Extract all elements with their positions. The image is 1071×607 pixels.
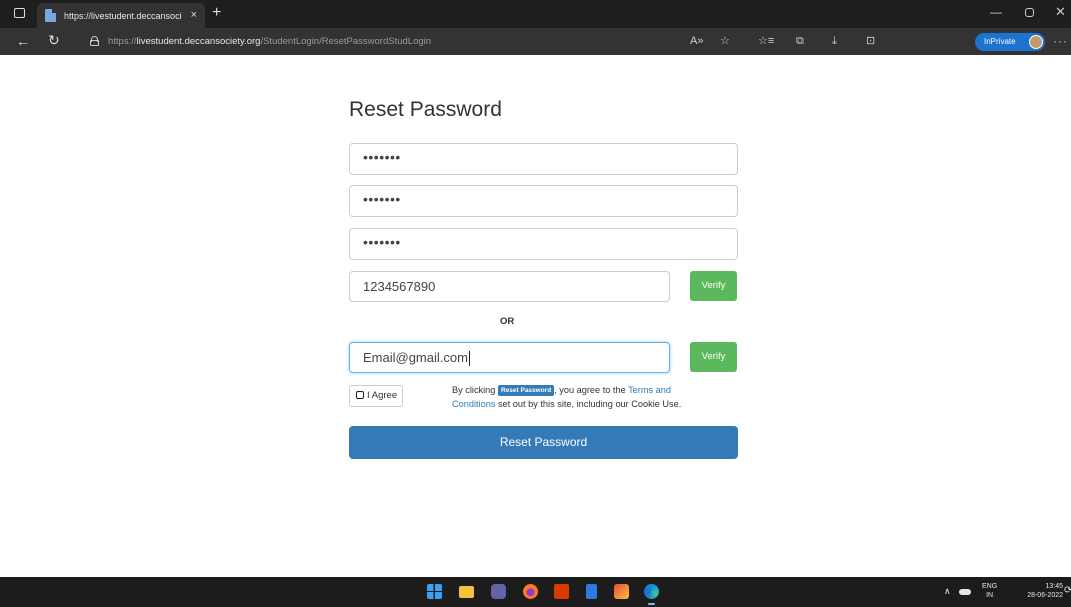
collections-icon[interactable]: ⧉: [796, 33, 804, 50]
restore-icon[interactable]: [1025, 8, 1034, 17]
current-password-field[interactable]: •••••••: [349, 143, 738, 175]
lock-icon[interactable]: [90, 36, 99, 46]
browser-toolbar: A» ☆ ☆≡ ⧉ ⤓ ⊡: [690, 33, 990, 50]
terms-prefix: By clicking: [452, 385, 496, 395]
terms-suffix: set out by this site, including our Cook…: [497, 398, 682, 409]
onedrive-icon[interactable]: [959, 589, 971, 595]
notification-icon[interactable]: ⟳: [1064, 585, 1071, 607]
inprivate-label: InPrivate: [984, 37, 1016, 46]
new-tab-button[interactable]: +: [212, 4, 221, 22]
avatar: [1029, 35, 1043, 49]
screen: https://livestudent.deccansociety × + — …: [0, 0, 1071, 607]
teams-icon[interactable]: [491, 584, 506, 599]
page-title: Reset Password: [349, 98, 502, 121]
wordart-icon[interactable]: [614, 584, 629, 599]
close-window-icon[interactable]: ✕: [1055, 4, 1066, 20]
page-favicon-icon: [45, 9, 56, 22]
read-aloud-icon[interactable]: A»: [690, 33, 703, 50]
inprivate-button[interactable]: InPrivate: [975, 33, 1045, 51]
clock[interactable]: 13:45 28-06-2022: [1017, 582, 1063, 607]
terms-middle: , you agree to the: [554, 385, 626, 395]
email-value: Email@gmail.com: [363, 350, 468, 365]
tab-close-icon[interactable]: ×: [191, 8, 197, 22]
tab-title: https://livestudent.deccansociety: [64, 11, 182, 21]
browser-tab[interactable]: https://livestudent.deccansociety ×: [37, 3, 205, 28]
show-hidden-icons-icon[interactable]: ∧: [944, 586, 951, 607]
address-bar-row: ← ↻ https://livestudent.deccansociety.or…: [0, 28, 1071, 55]
url-host: livestudent.deccansociety.org: [136, 36, 261, 47]
lang-bottom: IN: [986, 592, 994, 599]
firefox-icon[interactable]: [523, 584, 538, 599]
verify-phone-button[interactable]: Verify: [690, 271, 737, 301]
tab-actions-icon[interactable]: [14, 8, 25, 18]
language-indicator[interactable]: ENG IN: [982, 582, 997, 607]
edge-icon[interactable]: [644, 584, 659, 599]
notepad-icon[interactable]: [586, 584, 597, 599]
favorites-icon[interactable]: ☆≡: [758, 33, 774, 50]
agree-label: I Agree: [367, 390, 398, 401]
terms-text: By clicking Reset Password, you agree to…: [452, 384, 712, 411]
office-icon[interactable]: [554, 584, 569, 599]
screenshot-icon[interactable]: ⊡: [866, 33, 875, 50]
start-icon[interactable]: [427, 584, 442, 599]
back-arrow-icon[interactable]: ←: [16, 33, 30, 49]
verify-email-button[interactable]: Verify: [690, 342, 737, 372]
confirm-password-field[interactable]: •••••••: [349, 228, 738, 260]
lang-top: ENG: [982, 583, 998, 590]
time: 13:45: [1045, 583, 1063, 590]
date: 28-06-2022: [1027, 592, 1063, 599]
phone-field[interactable]: 1234567890: [349, 271, 670, 302]
browser-tab-bar: https://livestudent.deccansociety × + — …: [0, 0, 1071, 28]
add-favorite-icon[interactable]: ☆: [720, 33, 730, 50]
address-field[interactable]: https://livestudent.deccansociety.org/St…: [108, 35, 431, 48]
agree-checkbox-button[interactable]: I Agree: [349, 385, 403, 407]
new-password-field[interactable]: •••••••: [349, 185, 738, 217]
more-options-icon[interactable]: ···: [1053, 34, 1068, 48]
url-scheme: https://: [108, 36, 137, 47]
or-separator: OR: [500, 316, 515, 327]
file-explorer-icon[interactable]: [459, 586, 474, 598]
email-field[interactable]: Email@gmail.com: [349, 342, 670, 373]
reset-password-button[interactable]: Reset Password: [349, 426, 738, 459]
text-caret: [468, 351, 470, 367]
refresh-icon[interactable]: ↻: [48, 32, 60, 49]
page-content: Reset Password ••••••• ••••••• ••••••• 1…: [0, 55, 1071, 577]
terms-badge: Reset Password: [497, 385, 555, 396]
downloads-icon[interactable]: ⤓: [832, 33, 837, 50]
url-path: /StudentLogin/ResetPasswordStudLogin: [260, 36, 432, 47]
taskbar: ∧ ENG IN 13:45 28-06-2022 ⟳: [0, 577, 1071, 607]
checkbox-icon: [356, 391, 364, 399]
minimize-icon[interactable]: —: [990, 5, 1002, 19]
active-app-indicator: [648, 603, 655, 605]
